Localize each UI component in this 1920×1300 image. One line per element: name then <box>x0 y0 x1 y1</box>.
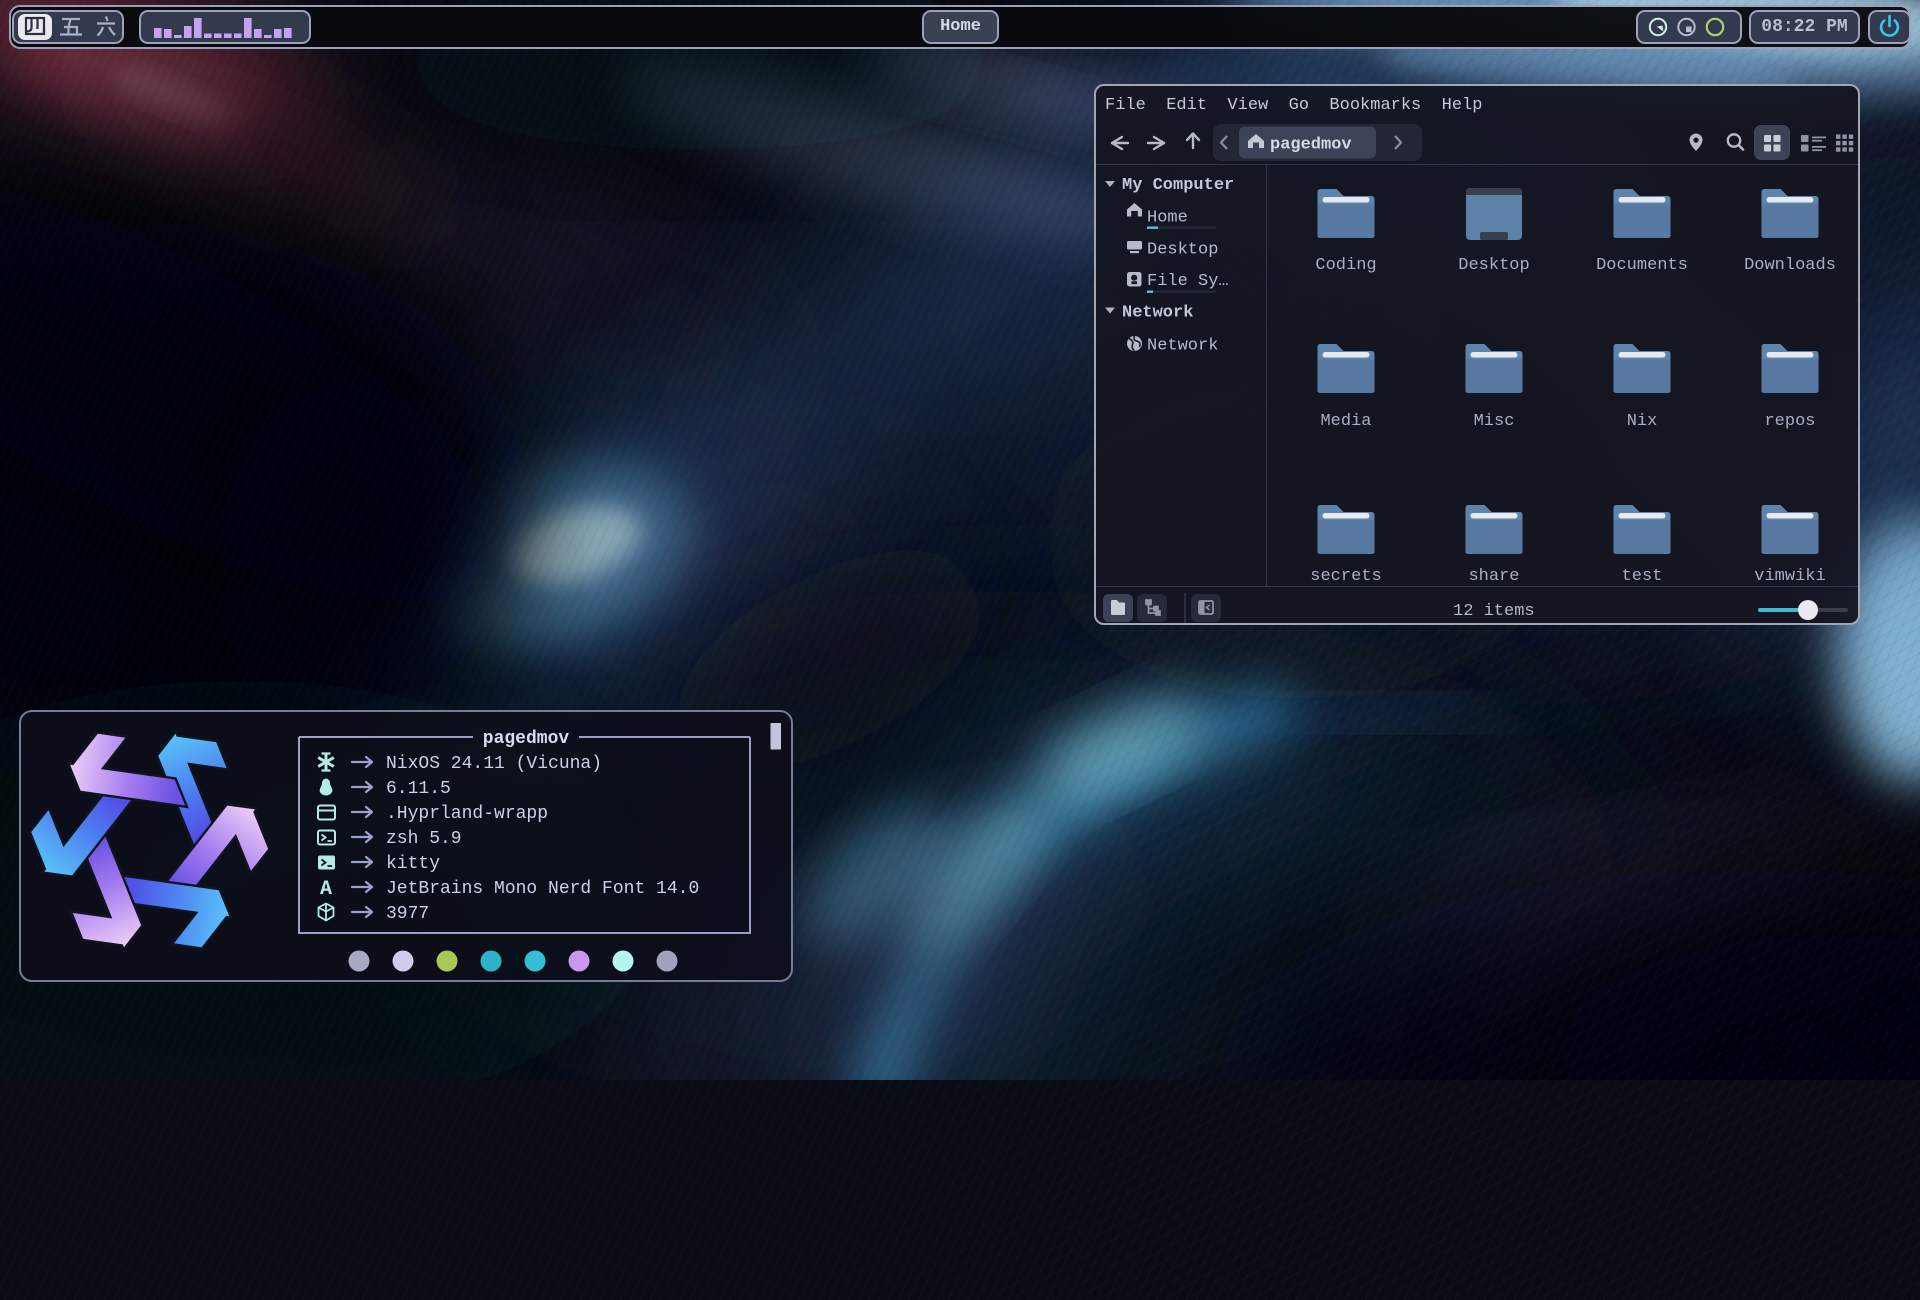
svg-text:Network: Network <box>1122 304 1193 323</box>
svg-text:Desktop: Desktop <box>1147 241 1218 260</box>
svg-text:pagedmov: pagedmov <box>483 729 570 749</box>
svg-text:Coding: Coding <box>1315 256 1376 275</box>
svg-text:Desktop: Desktop <box>1458 256 1529 275</box>
svg-text:kitty: kitty <box>386 854 440 874</box>
svg-text:File Sy…: File Sy… <box>1147 272 1229 291</box>
svg-text:zsh 5.9: zsh 5.9 <box>386 829 462 849</box>
svg-text:pagedmov: pagedmov <box>1270 136 1352 155</box>
svg-text:Home: Home <box>1147 209 1188 228</box>
svg-text:12 items: 12 items <box>1453 602 1535 621</box>
svg-text:share: share <box>1468 567 1519 586</box>
svg-text:Misc: Misc <box>1474 412 1515 431</box>
svg-text:My Computer: My Computer <box>1122 176 1234 195</box>
svg-text:6.11.5: 6.11.5 <box>386 779 451 799</box>
svg-text:Network: Network <box>1147 337 1218 356</box>
svg-text:secrets: secrets <box>1310 567 1381 586</box>
svg-text:repos: repos <box>1764 412 1815 431</box>
svg-text:.Hyprland-wrapp: .Hyprland-wrapp <box>386 804 548 824</box>
svg-text:vimwiki: vimwiki <box>1754 567 1825 586</box>
svg-text:Media: Media <box>1320 412 1371 431</box>
svg-text:Downloads: Downloads <box>1744 256 1836 275</box>
svg-text:A: A <box>320 878 332 901</box>
svg-text:JetBrains Mono Nerd Font 14.0: JetBrains Mono Nerd Font 14.0 <box>386 879 699 899</box>
svg-text:NixOS 24.11 (Vicuna): NixOS 24.11 (Vicuna) <box>386 754 602 774</box>
svg-text:test: test <box>1622 567 1663 586</box>
svg-text:3977: 3977 <box>386 904 429 924</box>
svg-text:Nix: Nix <box>1627 412 1658 431</box>
svg-text:Documents: Documents <box>1596 256 1688 275</box>
